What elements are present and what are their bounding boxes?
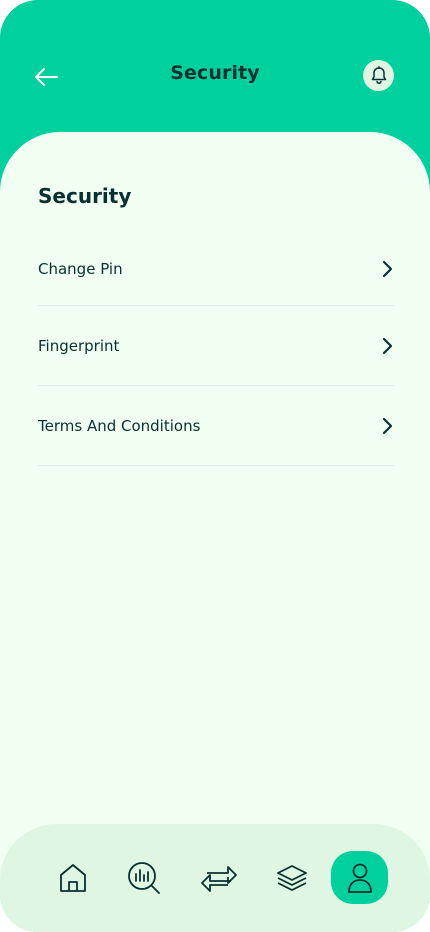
nav-home[interactable] [44, 851, 101, 904]
menu-item-label: Fingerprint [38, 336, 120, 355]
chevron-right-icon [380, 260, 394, 278]
nav-analysis[interactable] [115, 851, 172, 904]
menu-item-fingerprint[interactable]: Fingerprint [38, 306, 394, 386]
section-title: Security [38, 184, 132, 208]
categories-icon [276, 864, 307, 891]
bell-icon [371, 66, 386, 85]
nav-profile[interactable] [331, 851, 388, 904]
header: Security [0, 0, 430, 150]
home-icon [59, 863, 86, 892]
bottom-navigation [0, 824, 430, 932]
nav-categories[interactable] [263, 851, 320, 904]
nav-transactions[interactable] [190, 851, 247, 904]
phone-screen: Security Security Change Pin Fingerprint [0, 0, 430, 932]
chevron-right-icon [380, 417, 394, 435]
chevron-right-icon [380, 337, 394, 355]
content-panel: Security Change Pin Fingerprint Terms An… [0, 132, 430, 932]
transactions-icon [200, 865, 237, 892]
menu-item-label: Change Pin [38, 259, 123, 278]
analysis-icon [127, 861, 160, 894]
security-menu: Change Pin Fingerprint Terms And Conditi… [38, 232, 394, 466]
menu-item-label: Terms And Conditions [38, 416, 201, 435]
menu-item-change-pin[interactable]: Change Pin [38, 232, 394, 306]
menu-item-terms-and-conditions[interactable]: Terms And Conditions [38, 386, 394, 466]
profile-icon [347, 863, 372, 893]
notification-button[interactable] [363, 60, 394, 91]
